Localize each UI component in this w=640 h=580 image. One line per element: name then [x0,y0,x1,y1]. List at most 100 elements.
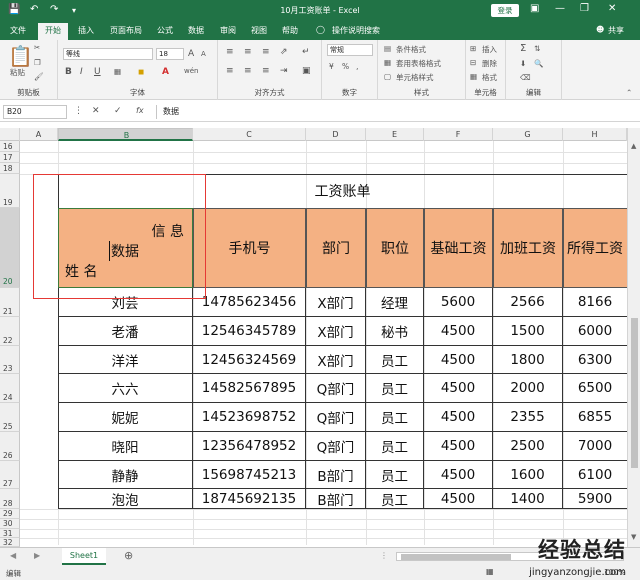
cell-name-2[interactable]: 老潘 [58,317,193,346]
cell-position-4[interactable]: 员工 [366,374,424,403]
scroll-thumb[interactable] [631,318,638,468]
cell-name-5[interactable]: 妮妮 [58,403,193,432]
insert-function-button[interactable]: fx [136,106,144,115]
borders-icon[interactable]: ▦ [114,67,121,76]
tab-insert[interactable]: 插入 [78,25,94,36]
cut-icon[interactable]: ✂ [34,43,40,52]
wrap-text-icon[interactable]: ↵ [302,47,310,57]
cell-overtime-pay-7[interactable]: 1600 [493,461,563,489]
cell-base-salary-1[interactable]: 5600 [424,288,493,317]
share-icon[interactable]: ☻ [596,25,604,34]
cell-phone-4[interactable]: 14582567895 [193,374,306,403]
column-header-d[interactable]: D [306,128,366,141]
cell-position-8[interactable]: 员工 [366,489,424,509]
cell-department-8[interactable]: B部门 [306,489,366,509]
enter-icon[interactable]: ✓ [114,106,122,116]
tab-home[interactable]: 开始 [38,23,68,40]
format-cells-icon[interactable]: ▦ [470,72,477,81]
phonetic-button[interactable]: wén [184,67,198,75]
align-right-icon[interactable]: ≡ [262,66,270,76]
column-header-e[interactable]: E [366,128,424,141]
bold-button[interactable]: B [65,67,72,77]
select-all-corner[interactable] [0,128,20,141]
sort-filter-icon[interactable]: ⇅ [534,44,540,53]
paste-button[interactable]: 粘贴 [10,67,25,78]
row-header-19[interactable]: 19 [0,174,20,208]
cell-name-3[interactable]: 洋洋 [58,346,193,374]
merge-center-icon[interactable]: ▣ [302,66,311,76]
row-header-28[interactable]: 28 [0,489,20,509]
indent-icon[interactable]: ⇥ [280,66,288,76]
cell-department-5[interactable]: Q部门 [306,403,366,432]
cell-base-salary-5[interactable]: 4500 [424,403,493,432]
row-header-21[interactable]: 21 [0,288,20,317]
close-icon[interactable]: ✕ [608,3,616,14]
cell-overtime-pay-3[interactable]: 1800 [493,346,563,374]
row-header-26[interactable]: 26 [0,432,20,461]
shrink-font-button[interactable]: A [201,50,206,58]
font-name-select[interactable]: 等线 [63,48,153,60]
row-header-23[interactable]: 23 [0,346,20,374]
cell-overtime-pay-4[interactable]: 2000 [493,374,563,403]
column-header-b[interactable]: B [58,128,193,141]
delete-cells-icon[interactable]: ⊟ [470,58,476,67]
number-format-select[interactable]: 常规 [327,44,373,56]
grow-font-button[interactable]: A [188,49,194,59]
cell-base-salary-2[interactable]: 4500 [424,317,493,346]
cell-phone-5[interactable]: 14523698752 [193,403,306,432]
cell-base-salary-6[interactable]: 4500 [424,432,493,461]
cell-styles-icon[interactable]: ▢ [384,72,391,81]
header-position[interactable]: 职位 [366,208,424,288]
header-base-salary[interactable]: 基础工资 [424,208,493,288]
cell-phone-7[interactable]: 15698745213 [193,461,306,489]
cell-phone-3[interactable]: 12456324569 [193,346,306,374]
restore-icon[interactable]: ❐ [580,3,589,14]
fill-icon[interactable]: ⬇ [520,59,526,68]
cell-overtime-pay-2[interactable]: 1500 [493,317,563,346]
tab-data[interactable]: 数据 [188,25,204,36]
orientation-icon[interactable]: ⇗ [280,47,288,57]
cell-department-6[interactable]: Q部门 [306,432,366,461]
italic-button[interactable]: I [80,67,83,77]
cell-net-salary-2[interactable]: 6000 [563,317,627,346]
format-painter-icon[interactable]: 🖌 [34,72,44,81]
row-header-20[interactable]: 20 [0,208,20,288]
copy-icon[interactable]: ❐ [34,58,41,67]
login-button[interactable]: 登录 [491,4,519,17]
cell-name-4[interactable]: 六六 [58,374,193,403]
find-select-icon[interactable]: 🔍 [534,59,543,68]
column-header-g[interactable]: G [493,128,563,141]
percent-button[interactable]: % [342,62,349,71]
row-header-24[interactable]: 24 [0,374,20,403]
cell-net-salary-8[interactable]: 5900 [563,489,627,509]
cell-net-salary-3[interactable]: 6300 [563,346,627,374]
cell-net-salary-4[interactable]: 6500 [563,374,627,403]
cell-department-2[interactable]: X部门 [306,317,366,346]
next-sheet-icon[interactable]: ▶ [34,551,40,560]
cell-net-salary-5[interactable]: 6855 [563,403,627,432]
table-format-icon[interactable]: ▦ [384,58,391,67]
cell-overtime-pay-5[interactable]: 2355 [493,403,563,432]
scroll-down-icon[interactable]: ▼ [631,533,636,541]
cell-position-5[interactable]: 员工 [366,403,424,432]
cell-position-7[interactable]: 员工 [366,461,424,489]
cell-name-7[interactable]: 静静 [58,461,193,489]
bottom-align-icon[interactable]: ≡ [262,47,270,57]
table-format-button[interactable]: 套用表格格式 [396,58,441,69]
conditional-format-button[interactable]: 条件格式 [396,44,426,55]
prev-sheet-icon[interactable]: ◀ [10,551,16,560]
cell-base-salary-3[interactable]: 4500 [424,346,493,374]
tab-file[interactable]: 文件 [10,25,26,36]
cell-position-6[interactable]: 员工 [366,432,424,461]
cell-name-6[interactable]: 晓阳 [58,432,193,461]
column-header-a[interactable]: A [20,128,58,141]
insert-cells-button[interactable]: 插入 [482,44,497,55]
tab-view[interactable]: 视图 [251,25,267,36]
header-phone[interactable]: 手机号 [193,208,306,288]
scroll-up-icon[interactable]: ▲ [631,142,636,150]
cell-department-1[interactable]: X部门 [306,288,366,317]
cell-department-4[interactable]: Q部门 [306,374,366,403]
vertical-scrollbar[interactable]: ▲ ▼ [627,128,640,547]
cell-position-1[interactable]: 经理 [366,288,424,317]
delete-cells-button[interactable]: 删除 [482,58,497,69]
